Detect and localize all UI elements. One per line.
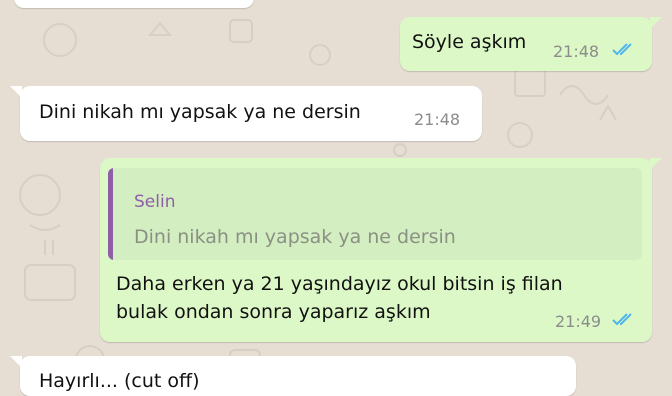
quoted-message[interactable]: Selin Dini nikah mı yapsak ya ne dersin bbox=[108, 168, 642, 260]
message-text-line: bulak ondan sonra yaparız aşkım bbox=[116, 301, 431, 323]
quoted-author: Selin bbox=[134, 192, 176, 212]
bubble-tail bbox=[650, 17, 662, 29]
message-bubble-outgoing-reply: Selin Dini nikah mı yapsak ya ne dersin … bbox=[100, 158, 652, 342]
message-bubble-incoming-partial bbox=[14, 0, 254, 8]
quoted-text: Dini nikah mı yapsak ya ne dersin bbox=[134, 226, 456, 248]
double-check-icon bbox=[612, 43, 632, 56]
message-text: Söyle aşkım bbox=[412, 31, 527, 53]
bubble-tail bbox=[10, 86, 22, 98]
bubble-tail bbox=[650, 158, 662, 170]
message-text-partial: Hayırlı... (cut off) bbox=[39, 370, 200, 392]
message-bubble-outgoing: Söyle aşkım 21:48 bbox=[400, 17, 652, 71]
message-bubble-incoming-partial: Hayırlı... (cut off) bbox=[20, 356, 576, 396]
message-timestamp: 21:48 bbox=[553, 42, 600, 61]
message-timestamp: 21:49 bbox=[555, 312, 602, 331]
double-check-icon bbox=[612, 313, 632, 326]
message-bubble-incoming: Dini nikah mı yapsak ya ne dersin 21:48 bbox=[20, 86, 482, 141]
message-text-line: Daha erken ya 21 yaşındayız okul bitsin … bbox=[116, 273, 563, 295]
message-text: Dini nikah mı yapsak ya ne dersin bbox=[39, 101, 361, 123]
quote-accent-bar bbox=[108, 168, 113, 260]
message-timestamp: 21:48 bbox=[414, 110, 461, 129]
bubble-tail bbox=[10, 356, 22, 368]
